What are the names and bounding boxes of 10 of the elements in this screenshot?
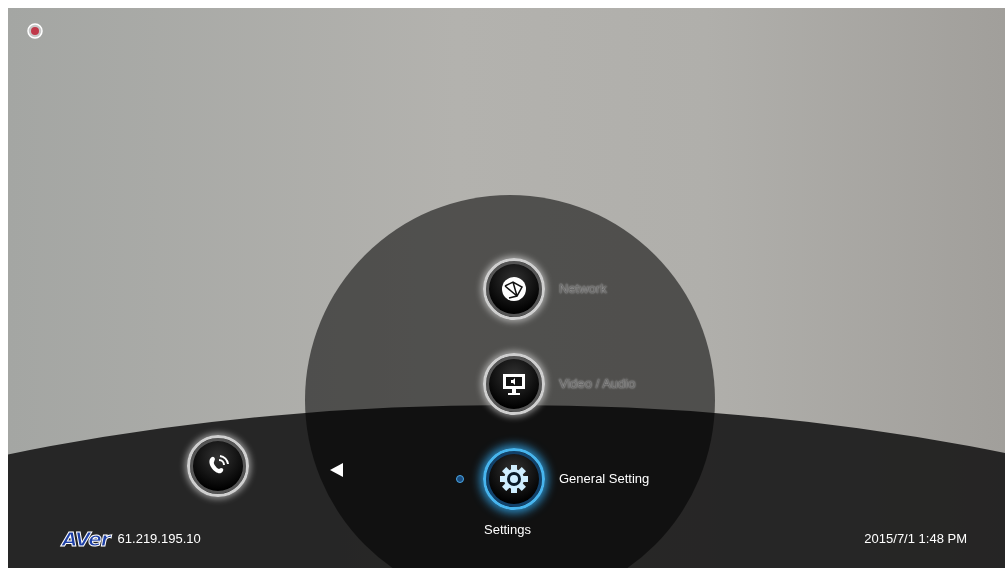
menu-title: Settings: [484, 521, 531, 539]
menu-item-label[interactable]: Network: [559, 278, 607, 299]
settings-icon: [498, 462, 530, 495]
menu-item-label[interactable]: Video / Audio: [559, 373, 636, 394]
menu-item-label[interactable]: General Setting: [559, 468, 650, 489]
date-time: 2015/7/1 1:48 PM: [864, 530, 967, 549]
ip-address: 61.219.195.10: [117, 530, 201, 549]
left-arrow-icon[interactable]: [330, 463, 343, 477]
logo: AVer: [62, 526, 110, 553]
alert-icon: [27, 23, 43, 39]
